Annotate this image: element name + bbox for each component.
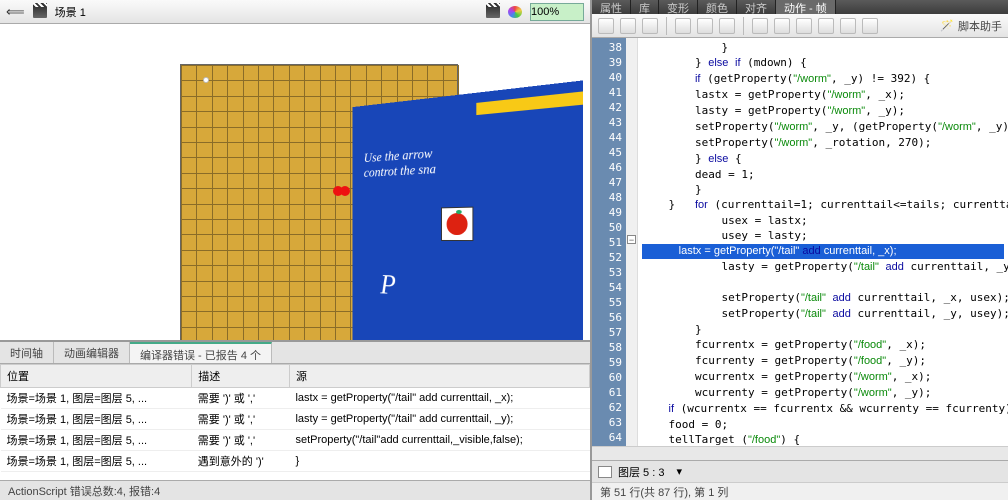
scene-name: 场景 1 [55,4,86,20]
script-assist-button[interactable]: 🪄 脚本助手 [940,18,1002,34]
check-syntax-icon[interactable] [675,18,691,34]
error-row[interactable]: 场景=场景 1, 图层=图层 5, ...需要 ')' 或 ','setProp… [1,430,590,451]
apply-icon[interactable] [862,18,878,34]
stage-area[interactable]: Use the arrow controt the sna P [0,24,590,340]
code-toolbar: 🪄 脚本助手 [592,14,1008,38]
panel-tabs: 属性 库 变形 颜色 对齐 动作 - 帧 [592,0,1008,14]
expand-icon[interactable] [796,18,812,34]
p-letter: P [380,269,566,311]
col-source[interactable]: 源 [289,365,589,388]
target-icon[interactable] [642,18,658,34]
stage-canvas[interactable]: Use the arrow controt the sna P [180,64,458,340]
palette-icon[interactable] [508,6,522,18]
find-icon[interactable] [620,18,636,34]
col-desc[interactable]: 描述 [192,365,290,388]
apple-icon [447,213,468,235]
wand-icon: 🪄 [940,19,954,33]
tab-transform[interactable]: 变形 [659,0,698,14]
status-bar: ActionScript 错误总数:4, 报错:4 [0,480,590,500]
fold-minus-icon[interactable]: − [627,235,636,244]
layer-icon [598,466,612,478]
error-row[interactable]: 场景=场景 1, 图层=图层 5, ...遇到意外的 ')'} [1,451,590,472]
debug-icon[interactable] [752,18,768,34]
banner-stripe [476,91,582,115]
error-row[interactable]: 场景=场景 1, 图层=图层 5, ...需要 ')' 或 ','lasty =… [1,409,590,430]
add-snippet-icon[interactable] [598,18,614,34]
back-arrow-icon[interactable]: ⟸ [6,4,25,20]
apple-card [441,207,473,241]
col-location[interactable]: 位置 [1,365,192,388]
uncomment-icon[interactable] [840,18,856,34]
tab-library[interactable]: 库 [631,0,659,14]
code-status: 第 51 行(共 87 行), 第 1 列 [592,482,1008,500]
layer-tab[interactable]: 图层 5 : 3 [618,464,664,480]
stage-header: ⟸ 场景 1 [0,0,590,24]
comment-icon[interactable] [818,18,834,34]
tab-color[interactable]: 颜色 [698,0,737,14]
tab-properties[interactable]: 属性 [592,0,631,14]
tab-align[interactable]: 对齐 [737,0,776,14]
scene-icon [33,6,47,18]
cherry-sprite [333,183,351,197]
chevron-down-icon[interactable]: ▾ [676,465,682,478]
tab-actions[interactable]: 动作 - 帧 [776,0,836,14]
bottom-tabs: 时间轴 动画编辑器 编译器错误 - 已报告 4 个 [0,342,590,364]
show-hint-icon[interactable] [719,18,735,34]
title-card: Use the arrow controt the sna P [353,80,583,340]
horizontal-scrollbar[interactable] [592,446,1008,460]
tab-motion-editor[interactable]: 动画编辑器 [54,342,130,363]
error-row[interactable]: 场景=场景 1, 图层=图层 5, ...需要 ')' 或 ','lastx =… [1,388,590,409]
tab-timeline[interactable]: 时间轴 [0,342,54,363]
collapse-icon[interactable] [774,18,790,34]
layer-tab-bar: 图层 5 : 3 ▾ [592,460,1008,482]
zoom-select[interactable] [530,3,584,21]
code-editor[interactable]: 3839404142434445464748495051525354555657… [592,38,1008,446]
edit-scene-icon[interactable] [486,6,500,18]
auto-format-icon[interactable] [697,18,713,34]
worm-head [203,77,209,83]
tab-compiler-errors[interactable]: 编译器错误 - 已报告 4 个 [130,342,272,363]
errors-table[interactable]: 位置 描述 源 场景=场景 1, 图层=图层 5, ...需要 ')' 或 ',… [0,364,590,480]
